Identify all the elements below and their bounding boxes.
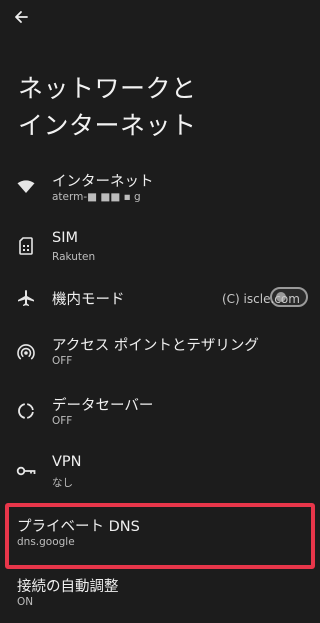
settings-item-label: インターネット [52,174,154,190]
vpn-key-icon [16,461,36,481]
settings-item-summary: Rakuten [52,251,96,263]
airplane-icon [16,288,36,308]
settings-item-summary: OFF [52,415,73,427]
hotspot-icon [16,342,36,362]
data-saver-icon [16,401,36,421]
settings-item-data-saver[interactable]: データセーバー OFF [0,386,320,442]
settings-item-label: SIM [52,230,78,246]
settings-item-label: 接続の自動調整 [17,579,119,595]
settings-list: インターネット aterm-■ ■■ ▪ g SIM Rakuten 機内モード [0,0,320,619]
settings-item-label: データセーバー [52,398,154,414]
wifi-icon [16,177,36,197]
settings-item-summary: なし [52,477,73,489]
settings-item-hotspot-tethering[interactable]: アクセス ポイントとテザリング OFF [0,326,320,382]
settings-item-summary: aterm-■ ■■ ▪ g [52,191,141,203]
settings-item-label: 機内モード [52,292,125,308]
settings-item-label: アクセス ポイントとテザリング [52,338,259,354]
settings-item-summary: dns.google [17,536,75,548]
settings-item-label: VPN [52,454,82,470]
settings-item-summary: ON [17,596,34,608]
sim-card-icon [16,236,36,256]
settings-item-private-dns[interactable]: プライベート DNS dns.google [0,507,320,563]
settings-item-label: プライベート DNS [17,519,140,535]
settings-item-vpn[interactable]: VPN なし [0,446,320,502]
settings-item-adaptive-connectivity[interactable]: 接続の自動調整 ON [0,567,320,623]
settings-item-internet[interactable]: インターネット aterm-■ ■■ ▪ g [0,160,320,216]
watermark-text: (C) iscle.com [222,292,300,306]
settings-item-summary: OFF [52,355,73,367]
